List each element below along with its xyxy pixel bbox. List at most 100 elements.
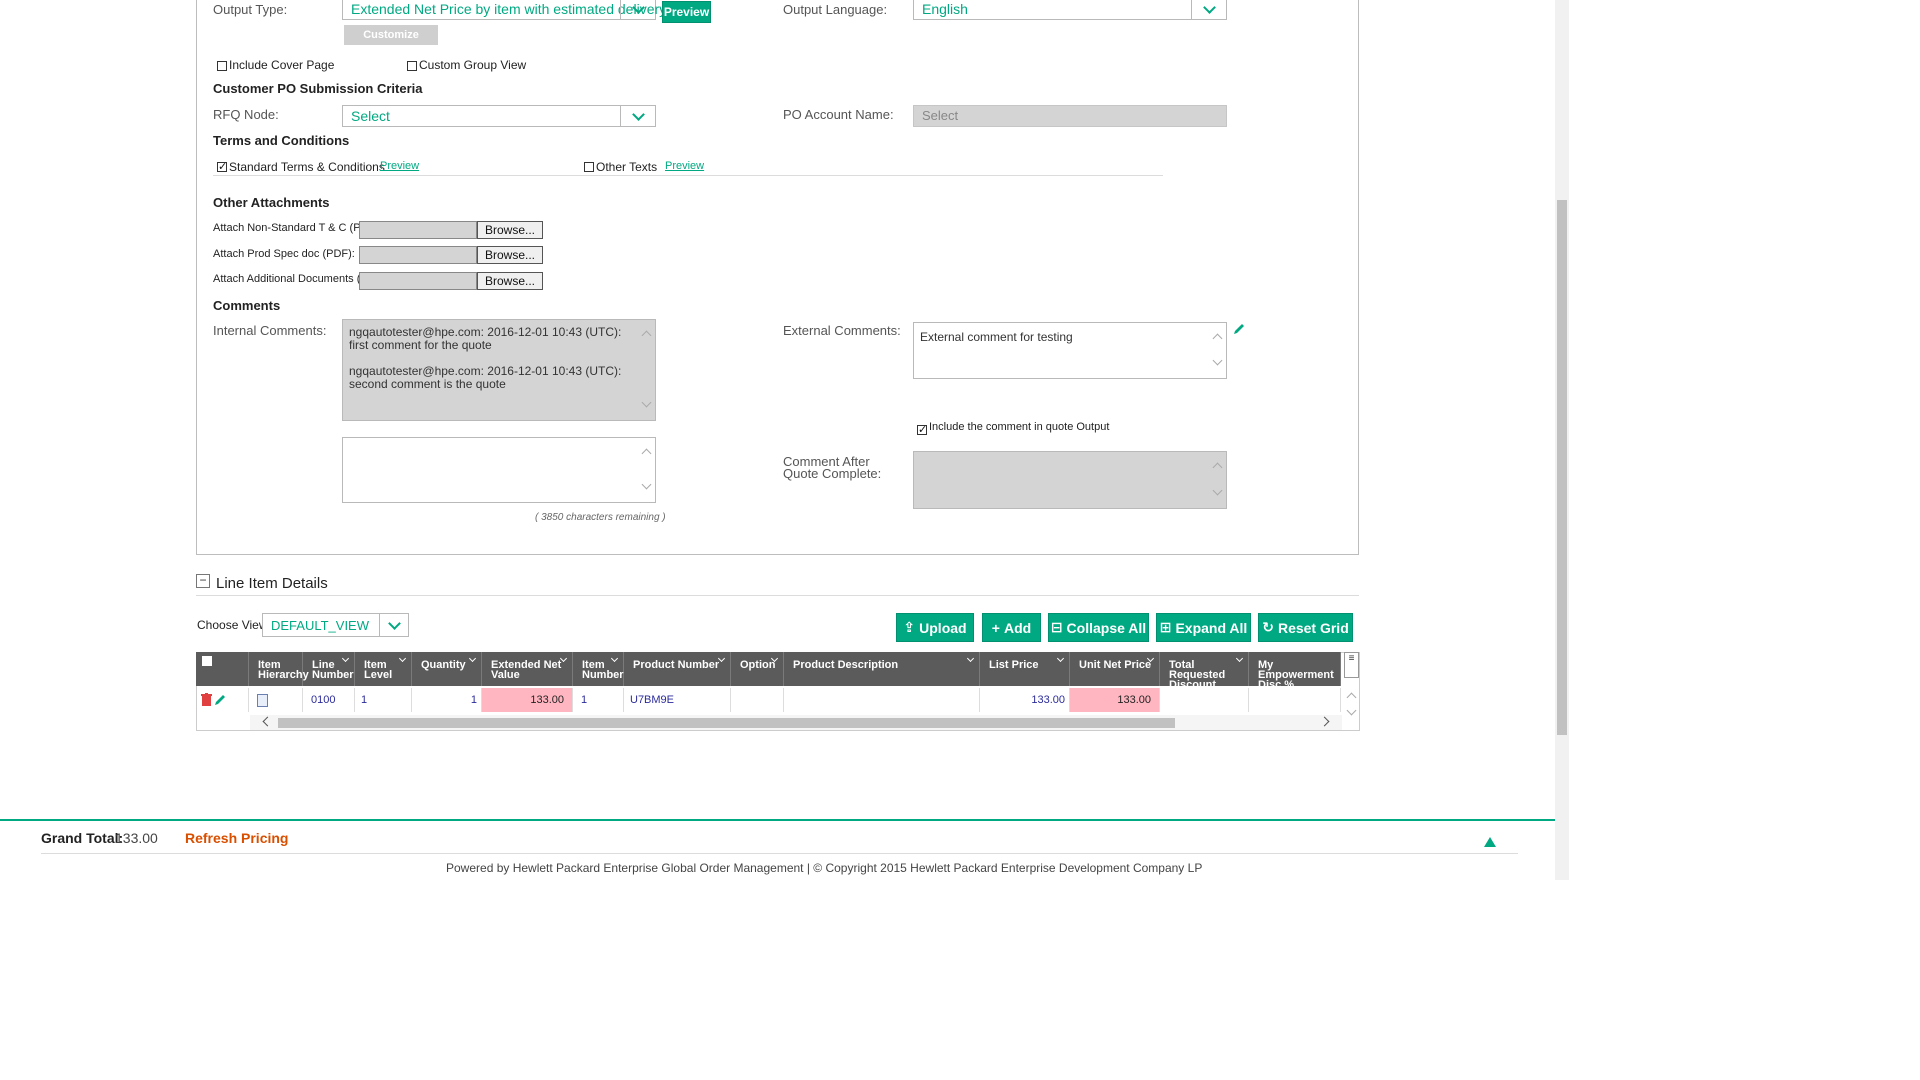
attach-file-input[interactable] <box>359 246 477 264</box>
divider <box>213 175 1163 176</box>
col-product-number[interactable]: Product Number <box>624 652 731 686</box>
custom-group-checkbox[interactable] <box>407 61 417 71</box>
comment-line: second comment is the quote <box>349 377 506 391</box>
cell-product-description <box>784 688 980 712</box>
external-comments-label: External Comments: <box>783 323 901 338</box>
scrollbar[interactable] <box>639 320 655 420</box>
copyright-text: Powered by Hewlett Packard Enterprise Gl… <box>446 861 1203 875</box>
add-button[interactable]: + Add <box>982 613 1041 642</box>
internal-comments-history: ngqautotester@hpe.com: 2016-12-01 10:43 … <box>342 319 656 421</box>
customize-output-button[interactable]: Customize Output <box>344 25 438 61</box>
plus-icon: + <box>991 619 1000 636</box>
standard-terms-label: Standard Terms & Conditions <box>229 160 385 174</box>
cell-list-price: 133.00 <box>980 688 1070 712</box>
standard-terms-preview-link[interactable]: Preview <box>380 160 419 172</box>
attach-file-input[interactable] <box>359 272 477 290</box>
external-comments-value: External comment for testing <box>920 330 1073 344</box>
attach-file-input[interactable] <box>359 221 477 239</box>
attach-row-label: Attach Non-Standard T & C (PDF): <box>213 222 382 234</box>
divider <box>196 595 1359 596</box>
include-comment-output-label: Include the comment in quote Output <box>929 421 1110 433</box>
cell-total-requested-discount[interactable] <box>1160 688 1249 712</box>
cell-item-level: 1 <box>355 688 412 712</box>
internal-comments-label: Internal Comments: <box>213 323 327 338</box>
chevron-down-icon <box>620 106 655 126</box>
attach-row-label: Attach Prod Spec doc (PDF): <box>213 248 355 260</box>
col-list-price[interactable]: List Price <box>980 652 1070 686</box>
browse-button[interactable]: Browse... <box>477 272 543 290</box>
grid-horizontal-scrollbar[interactable] <box>250 715 1342 730</box>
po-account-value: Select <box>922 108 959 123</box>
expand-icon: ⊞ <box>1159 619 1172 635</box>
reset-grid-button[interactable]: ↻ Reset Grid <box>1258 613 1353 642</box>
include-comment-output-checkbox[interactable]: ✓ <box>917 425 927 436</box>
output-type-label: Output Type: <box>213 2 288 17</box>
scroll-right-icon[interactable] <box>1319 716 1330 727</box>
chevron-down-icon <box>379 614 408 636</box>
expand-all-button[interactable]: ⊞ Expand All <box>1156 613 1251 642</box>
cell-item-number: 1 <box>573 688 624 712</box>
scrollbar[interactable] <box>1210 323 1226 378</box>
refresh-pricing-link[interactable]: Refresh Pricing <box>185 830 288 846</box>
collapse-section-toggle[interactable]: − <box>196 574 210 588</box>
browse-button[interactable]: Browse... <box>477 221 543 239</box>
scroll-to-top-icon[interactable] <box>1484 837 1496 847</box>
col-unit-net-price[interactable]: Unit Net Price <box>1070 652 1160 686</box>
custom-group-label: Custom Group View <box>419 58 527 72</box>
output-language-value: English <box>922 1 968 17</box>
grand-total-label: Grand Total: <box>41 830 124 846</box>
choose-view-select[interactable]: DEFAULT_VIEW <box>262 613 409 637</box>
cell-quantity[interactable]: 1 <box>412 688 482 712</box>
browse-button[interactable]: Browse... <box>477 246 543 264</box>
col-option[interactable]: Option <box>731 652 784 686</box>
standard-terms-checkbox[interactable]: ✓ <box>217 162 227 173</box>
grand-total-value: 133.00 <box>115 830 158 846</box>
cell-option <box>731 688 784 712</box>
page-scrollbar[interactable] <box>1555 0 1569 880</box>
select-all-icon[interactable] <box>196 652 249 686</box>
choose-view-value: DEFAULT_VIEW <box>271 618 370 633</box>
internal-comment-input[interactable] <box>342 437 656 503</box>
col-total-requested-discount[interactable]: Total Requested Discount <box>1160 652 1249 691</box>
edit-pencil-icon[interactable] <box>1232 322 1246 339</box>
scrollbar[interactable] <box>639 438 655 502</box>
external-comments-input[interactable]: External comment for testing <box>913 322 1227 379</box>
col-line-number[interactable]: Line Number <box>303 652 355 686</box>
scrollbar[interactable] <box>1210 452 1226 508</box>
upload-button[interactable]: ⇪ Upload <box>896 613 974 642</box>
output-preview-button[interactable]: Preview <box>662 1 711 23</box>
page-scroll-thumb[interactable] <box>1557 200 1567 735</box>
scroll-left-icon[interactable] <box>262 716 273 727</box>
cell-product-number[interactable]: U7BM9E <box>624 688 731 712</box>
cell-line-number[interactable]: 0100 <box>303 688 355 712</box>
col-my-empowerment[interactable]: My Empowerment Disc % <box>1249 652 1341 691</box>
comment-after-quote-input <box>913 451 1227 509</box>
po-account-select: Select <box>913 105 1227 127</box>
col-item-number[interactable]: Item Number <box>573 652 624 686</box>
row-action-cell <box>196 688 249 712</box>
terms-section-title: Terms and Conditions <box>213 133 350 148</box>
rfq-node-label: RFQ Node: <box>213 107 279 122</box>
other-texts-preview-link[interactable]: Preview <box>665 160 704 172</box>
col-item-level[interactable]: Item Level <box>355 652 412 686</box>
col-extended-net-value[interactable]: Extended Net Value <box>482 652 573 686</box>
other-texts-label: Other Texts <box>596 160 658 174</box>
rfq-node-select[interactable]: Select <box>342 105 656 127</box>
comment-line: first comment for the quote <box>349 338 492 352</box>
cell-unit-net-price[interactable]: 133.00 <box>1070 688 1160 712</box>
output-type-select[interactable]: Extended Net Price by item with estimate… <box>342 0 666 20</box>
col-item-hierarchy[interactable]: Item Hierarchy <box>249 652 309 686</box>
column-menu-icon[interactable]: ≡ <box>1344 652 1359 678</box>
output-language-select[interactable]: English <box>913 0 1227 20</box>
scroll-thumb[interactable] <box>278 718 1175 728</box>
upload-icon: ⇪ <box>903 619 916 635</box>
document-icon[interactable] <box>257 693 268 707</box>
footer-line <box>41 853 1518 854</box>
other-texts-checkbox[interactable] <box>584 162 594 172</box>
include-cover-checkbox[interactable] <box>217 61 227 71</box>
grid-vertical-scrollbar[interactable] <box>1343 688 1359 716</box>
col-quantity[interactable]: Quantity <box>412 652 482 686</box>
collapse-all-button[interactable]: ⊟ Collapse All <box>1048 613 1149 642</box>
col-product-description[interactable]: Product Description <box>784 652 980 686</box>
line-items-title: Line Item Details <box>216 575 328 592</box>
